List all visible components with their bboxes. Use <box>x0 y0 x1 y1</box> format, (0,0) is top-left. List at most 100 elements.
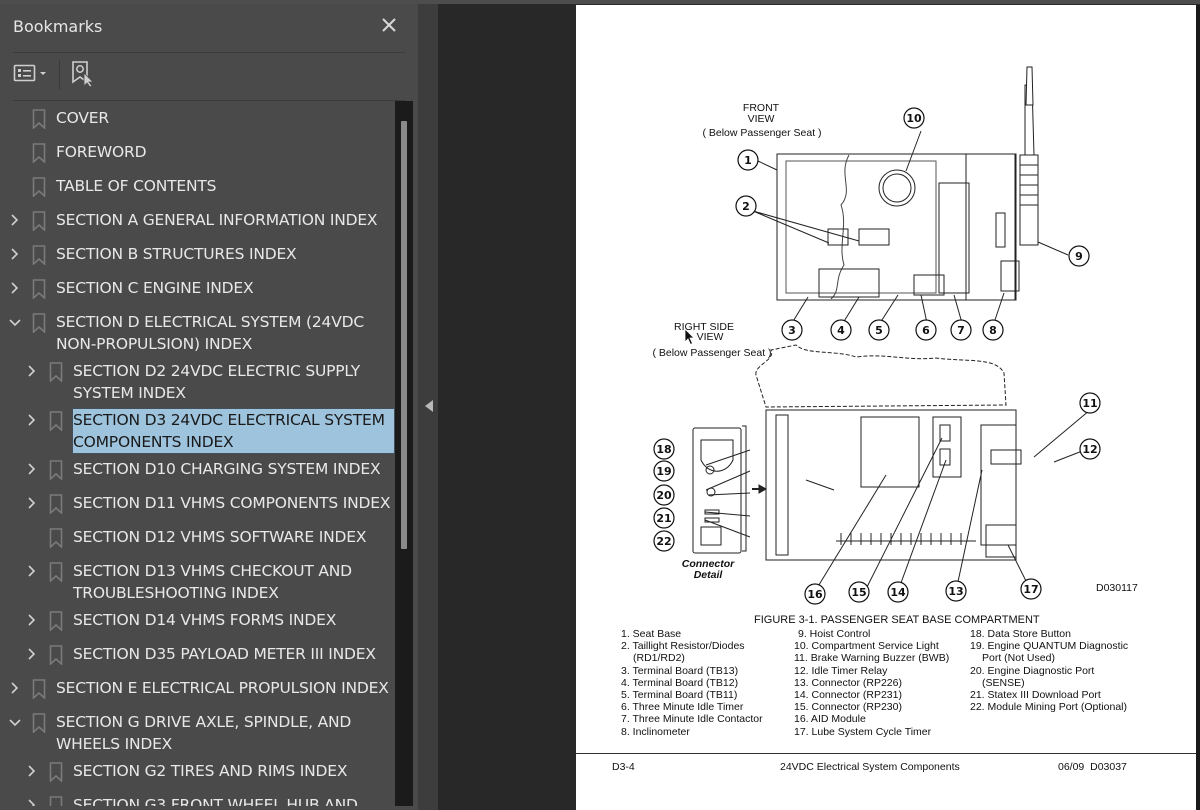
bookmark-item[interactable]: SECTION D13 VHMS CHECKOUT AND TROUBLESHO… <box>0 560 395 604</box>
svg-text:15: 15 <box>851 586 866 599</box>
svg-text:4: 4 <box>837 324 845 337</box>
bookmark-label[interactable]: SECTION D35 PAYLOAD METER III INDEX <box>73 643 394 665</box>
legend-item: 10. Compartment Service Light <box>794 640 939 653</box>
side-view-label-2: VIEW <box>697 331 724 343</box>
bookmark-icon <box>32 143 46 163</box>
bookmark-tree: COVER FOREWORD TABLE OF CONTENTS SECTION A … <box>0 98 395 806</box>
front-view-enclosure <box>776 153 1016 301</box>
legend-column-1: 1. Seat Base 2. Taillight Resistor/Diode… <box>621 628 763 738</box>
footer-title: 24VDC Electrical System Components <box>780 761 960 773</box>
footer-revision: 06/09 D03037 <box>1058 761 1127 773</box>
bookmark-icon <box>49 645 63 665</box>
bookmark-item[interactable]: SECTION E ELECTRICAL PROPULSION INDEX <box>0 677 395 699</box>
bookmark-item[interactable]: SECTION D3 24VDC ELECTRICAL SYSTEM COMPO… <box>0 408 395 454</box>
bookmark-icon <box>32 211 46 231</box>
chevron-right-icon[interactable] <box>26 763 38 779</box>
bookmark-item[interactable]: COVER <box>0 107 395 129</box>
bookmark-item[interactable]: SECTION G2 TIRES AND RIMS INDEX <box>0 760 395 782</box>
legend-item: Port (Not Used) <box>982 652 1055 665</box>
bookmark-label[interactable]: SECTION D12 VHMS SOFTWARE INDEX <box>73 526 394 548</box>
bookmark-item[interactable]: TABLE OF CONTENTS <box>0 175 395 197</box>
bookmark-icon <box>32 177 46 197</box>
chevron-right-icon[interactable] <box>26 461 38 477</box>
chevron-right-icon[interactable] <box>26 646 38 662</box>
legend-item: 12. Idle Timer Relay <box>794 664 888 677</box>
side-view-sub: ( Below Passenger Seat ) <box>652 347 771 359</box>
svg-text:18: 18 <box>656 443 671 456</box>
chevron-right-icon[interactable] <box>9 246 21 262</box>
bookmark-label[interactable]: SECTION D ELECTRICAL SYSTEM (24VDC NON-P… <box>56 311 394 355</box>
front-view-label-2: VIEW <box>748 113 775 125</box>
bookmark-icon <box>49 562 63 582</box>
mouse-cursor-icon <box>684 328 695 346</box>
panel-title: Bookmarks <box>13 17 103 36</box>
svg-text:20: 20 <box>656 489 672 502</box>
svg-text:9: 9 <box>1075 250 1083 263</box>
page-edge <box>1196 5 1200 810</box>
chevron-right-icon[interactable] <box>26 612 38 628</box>
chevron-right-icon[interactable] <box>26 797 38 806</box>
bookmark-icon <box>49 362 63 382</box>
svg-text:16: 16 <box>807 588 823 601</box>
bookmark-label[interactable]: SECTION G3 FRONT WHEEL HUB AND <box>73 794 394 806</box>
bookmark-item[interactable]: SECTION G3 FRONT WHEEL HUB AND <box>0 794 395 806</box>
chevron-down-icon[interactable] <box>9 314 21 330</box>
svg-text:12: 12 <box>1082 443 1097 456</box>
bookmark-label[interactable]: SECTION C ENGINE INDEX <box>56 277 394 299</box>
legend-item: 19. Engine QUANTUM Diagnostic <box>970 640 1129 653</box>
bookmark-icon <box>49 460 63 480</box>
legend-item: 2. Taillight Resistor/Diodes <box>621 640 745 653</box>
chevron-right-icon[interactable] <box>9 280 21 296</box>
bookmark-item[interactable]: SECTION C ENGINE INDEX <box>0 277 395 299</box>
bookmark-label[interactable]: SECTION G DRIVE AXLE, SPINDLE, AND WHEEL… <box>56 711 394 755</box>
bookmark-item[interactable]: SECTION G DRIVE AXLE, SPINDLE, AND WHEEL… <box>0 711 395 755</box>
bookmark-label[interactable]: COVER <box>56 107 394 129</box>
chevron-right-icon[interactable] <box>9 212 21 228</box>
bookmark-label[interactable]: SECTION D11 VHMS COMPONENTS INDEX <box>73 492 394 514</box>
bookmark-item[interactable]: SECTION B STRUCTURES INDEX <box>0 243 395 265</box>
legend-item: 11. Brake Warning Buzzer (BWB) <box>794 652 950 665</box>
figure-caption: FIGURE 3-1. PASSENGER SEAT BASE COMPARTM… <box>754 614 1040 626</box>
bookmark-label[interactable]: FOREWORD <box>56 141 394 163</box>
find-current-bookmark-button[interactable] <box>70 60 96 88</box>
close-panel-button[interactable] <box>378 14 400 36</box>
collapse-panel-button[interactable] <box>418 4 438 810</box>
bookmark-options-button[interactable] <box>13 62 53 84</box>
figure-drawing: 1210 9 345 678 1112 181920 2122 16 15 14 1… <box>652 66 1138 605</box>
chevron-down-icon[interactable] <box>9 714 21 730</box>
bookmark-item[interactable]: SECTION D10 CHARGING SYSTEM INDEX <box>0 458 395 480</box>
bookmark-item[interactable]: SECTION A GENERAL INFORMATION INDEX <box>0 209 395 231</box>
bookmark-item[interactable]: SECTION D12 VHMS SOFTWARE INDEX <box>0 526 395 548</box>
bookmark-item[interactable]: SECTION D11 VHMS COMPONENTS INDEX <box>0 492 395 514</box>
bookmark-label[interactable]: SECTION B STRUCTURES INDEX <box>56 243 394 265</box>
legend-item: 13. Connector (RP226) <box>794 676 902 689</box>
chevron-right-icon[interactable] <box>9 680 21 696</box>
bookmark-label[interactable]: SECTION G2 TIRES AND RIMS INDEX <box>73 760 394 782</box>
legend-item: 4. Terminal Board (TB12) <box>621 676 739 689</box>
bookmark-label[interactable]: SECTION D10 CHARGING SYSTEM INDEX <box>73 458 394 480</box>
bookmark-item[interactable]: FOREWORD <box>0 141 395 163</box>
bookmark-item[interactable]: SECTION D35 PAYLOAD METER III INDEX <box>0 643 395 665</box>
chevron-right-icon[interactable] <box>26 563 38 579</box>
legend-item: 16. AID Module <box>794 713 866 726</box>
bookmark-label[interactable]: SECTION A GENERAL INFORMATION INDEX <box>56 209 394 231</box>
bookmark-item[interactable]: SECTION D ELECTRICAL SYSTEM (24VDC NON-P… <box>0 311 395 355</box>
bookmark-item[interactable]: SECTION D2 24VDC ELECTRIC SUPPLY SYSTEM … <box>0 360 395 404</box>
svg-text:8: 8 <box>989 324 997 337</box>
bookmark-label[interactable]: SECTION D3 24VDC ELECTRICAL SYSTEM COMPO… <box>72 408 395 454</box>
svg-text:1: 1 <box>744 154 752 167</box>
bookmark-item[interactable]: SECTION D14 VHMS FORMS INDEX <box>0 609 395 631</box>
legend-item: 15. Connector (RP230) <box>794 701 902 714</box>
svg-text:10: 10 <box>906 112 922 125</box>
scrollbar-thumb[interactable] <box>401 121 407 549</box>
bookmark-label[interactable]: SECTION D2 24VDC ELECTRIC SUPPLY SYSTEM … <box>73 360 394 404</box>
bookmark-label[interactable]: SECTION D14 VHMS FORMS INDEX <box>73 609 394 631</box>
chevron-right-icon[interactable] <box>26 495 38 511</box>
bookmark-icon <box>32 313 46 333</box>
chevron-right-icon[interactable] <box>26 363 38 379</box>
bookmark-label[interactable]: SECTION D13 VHMS CHECKOUT AND TROUBLESHO… <box>73 560 394 604</box>
chevron-right-icon[interactable] <box>26 412 38 428</box>
bookmark-label[interactable]: SECTION E ELECTRICAL PROPULSION INDEX <box>56 677 394 699</box>
bookmark-label[interactable]: TABLE OF CONTENTS <box>56 175 394 197</box>
drawing-id: D030117 <box>1096 582 1138 594</box>
